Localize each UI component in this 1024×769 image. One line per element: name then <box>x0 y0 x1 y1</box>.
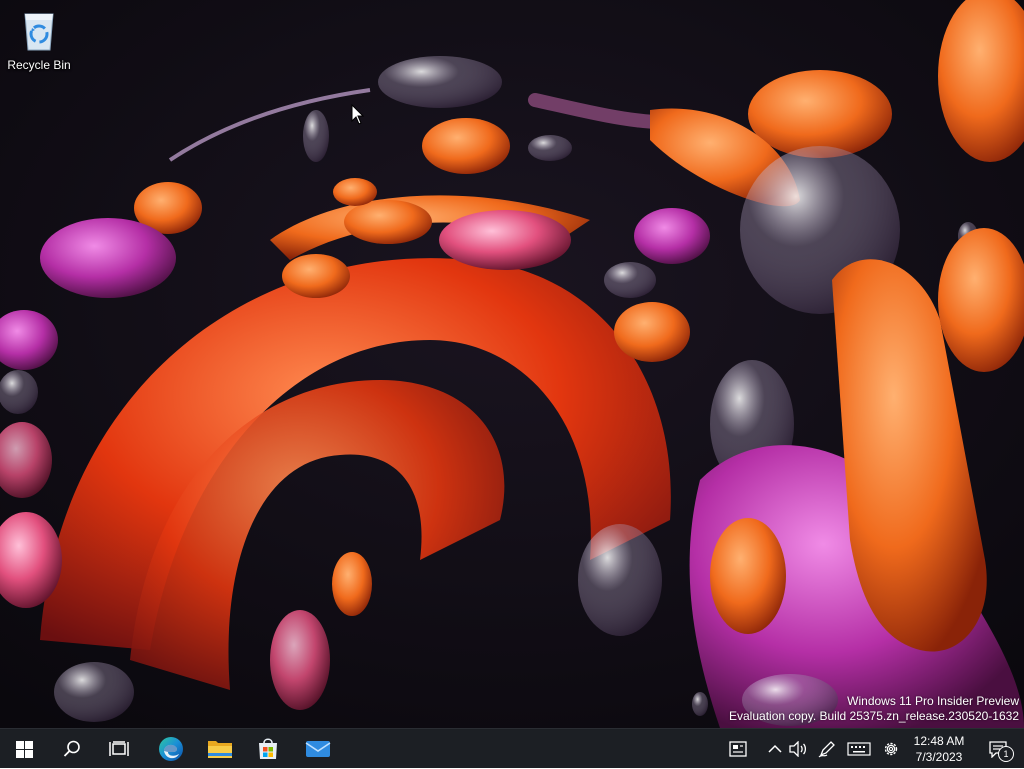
news-icon <box>729 741 747 757</box>
mouse-cursor-icon <box>351 104 365 125</box>
chevron-up-icon <box>768 744 782 753</box>
mail-icon <box>305 741 331 757</box>
microsoft-store-taskbar-button[interactable] <box>245 729 291 769</box>
show-hidden-icons-button[interactable] <box>763 729 787 769</box>
windows-logo-icon <box>15 740 33 758</box>
edge-icon <box>159 737 183 761</box>
watermark-line-1: Windows 11 Pro Insider Preview <box>847 694 1019 708</box>
volume-icon <box>789 741 807 757</box>
store-icon <box>259 738 277 759</box>
news-button[interactable] <box>726 729 750 769</box>
gear-icon <box>884 742 898 756</box>
edge-taskbar-button[interactable] <box>148 729 194 769</box>
settings-button[interactable] <box>879 729 903 769</box>
task-view-button[interactable] <box>96 729 142 769</box>
file-explorer-taskbar-button[interactable] <box>197 729 243 769</box>
clock-time: 12:48 AM <box>913 734 965 748</box>
taskbar: 12:48 AM 7/3/2023 1 <box>0 728 1024 768</box>
desktop-icon-recycle-bin[interactable]: Recycle Bin <box>4 6 74 76</box>
notification-center-button[interactable]: 1 <box>978 729 1018 769</box>
desktop: Recycle Bin Windows 11 Pro Insider Previ… <box>0 0 1024 728</box>
keyboard-icon <box>847 742 871 756</box>
pen-menu-button[interactable] <box>815 729 839 769</box>
search-icon <box>63 740 80 757</box>
desktop-icon-label: Recycle Bin <box>7 58 71 72</box>
mail-taskbar-button[interactable] <box>295 729 341 769</box>
task-view-icon <box>109 741 129 756</box>
recycle-bin-icon <box>24 13 54 51</box>
notification-count-badge: 1 <box>998 746 1014 762</box>
search-button[interactable] <box>49 729 95 769</box>
clock-date: 7/3/2023 <box>915 750 963 764</box>
start-button[interactable] <box>1 729 47 769</box>
folder-icon <box>208 741 232 758</box>
wallpaper <box>0 0 1024 728</box>
taskbar-clock[interactable]: 12:48 AM 7/3/2023 <box>906 729 972 769</box>
pen-icon <box>818 741 835 758</box>
evaluation-watermark: Windows 11 Pro Insider Preview Evaluatio… <box>729 694 1019 724</box>
watermark-line-2: Evaluation copy. Build 25375.zn_release.… <box>729 709 1019 723</box>
touch-keyboard-button[interactable] <box>845 729 873 769</box>
volume-button[interactable] <box>786 729 810 769</box>
